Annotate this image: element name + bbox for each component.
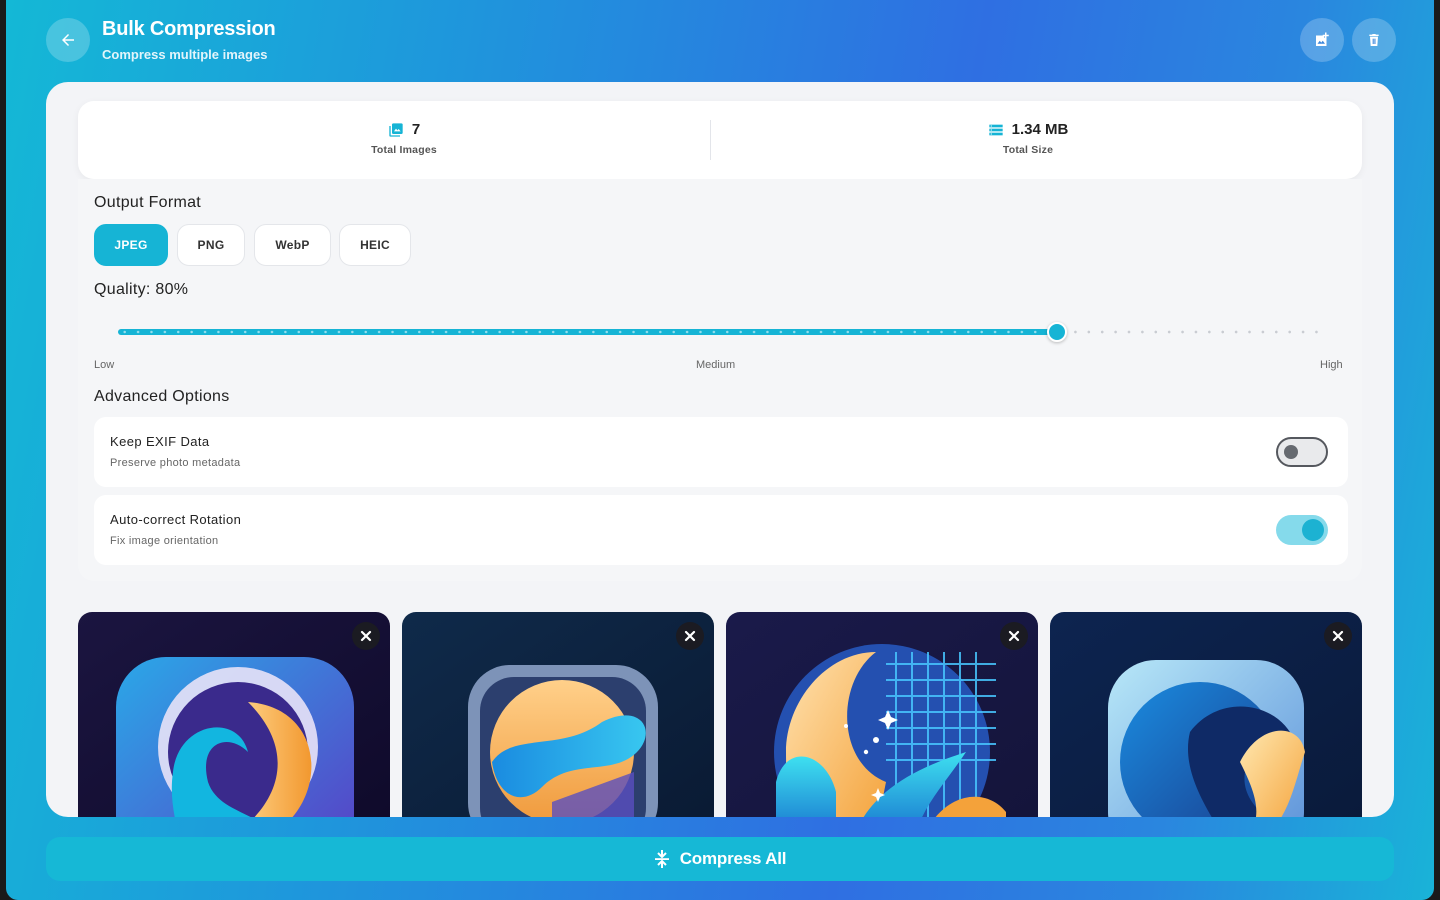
option-description: Fix image orientation [110, 535, 219, 547]
quality-label: Quality: 80% [94, 281, 189, 298]
photo-library-icon [389, 122, 403, 137]
image-thumbnail[interactable] [78, 612, 390, 817]
arrow-left-icon [62, 34, 74, 46]
compress-all-label: Compress All [679, 849, 787, 868]
remove-image-button[interactable] [352, 622, 380, 650]
page-subtitle: Compress multiple images [102, 47, 268, 62]
image-grid [78, 612, 1364, 817]
toggle-knob [1284, 445, 1298, 459]
total-images-value: 7 [411, 121, 421, 138]
remove-image-button[interactable] [1324, 622, 1352, 650]
image-preview [726, 612, 1038, 817]
quality-slider-fill [118, 329, 1057, 335]
back-button[interactable] [46, 18, 90, 62]
close-icon [360, 630, 372, 642]
app-window: Bulk Compression Compress multiple image… [6, 0, 1434, 900]
format-webp-button[interactable]: WebP [254, 224, 331, 266]
total-size-stat: 1.34 MB Total Size [828, 101, 1228, 179]
trash-icon [1369, 34, 1379, 46]
advanced-options-title: Advanced Options [94, 388, 230, 405]
close-icon [684, 630, 696, 642]
image-preview [1050, 612, 1362, 817]
option-auto-rotation: Auto-correct Rotation Fix image orientat… [94, 495, 1348, 565]
add-photo-icon [1316, 32, 1329, 46]
output-format-title: Output Format [94, 194, 202, 211]
clear-all-button[interactable] [1352, 18, 1396, 62]
close-icon [1008, 630, 1020, 642]
page-title: Bulk Compression [102, 18, 276, 40]
stats-divider [710, 120, 711, 160]
image-thumbnail[interactable] [726, 612, 1038, 817]
option-title: Auto-correct Rotation [110, 512, 242, 527]
auto-rotation-toggle[interactable] [1276, 515, 1328, 545]
total-size-label: Total Size [1002, 144, 1054, 156]
remove-image-button[interactable] [676, 622, 704, 650]
option-title: Keep EXIF Data [110, 434, 210, 449]
quality-high-label: High [1320, 359, 1343, 371]
add-images-button[interactable] [1300, 18, 1344, 62]
option-description: Preserve photo metadata [110, 457, 241, 469]
compress-icon [654, 850, 669, 868]
total-images-stat: 7 Total Images [204, 101, 604, 179]
format-jpeg-button[interactable]: JPEG [94, 224, 168, 266]
image-preview [402, 612, 714, 817]
total-size-value: 1.34 MB [1011, 121, 1069, 138]
quality-slider-thumb[interactable] [1047, 322, 1067, 342]
compress-all-button[interactable]: Compress All [46, 837, 1394, 881]
image-thumbnail[interactable] [1050, 612, 1362, 817]
remove-image-button[interactable] [1000, 622, 1028, 650]
format-png-button[interactable]: PNG [177, 224, 245, 266]
keep-exif-toggle[interactable] [1276, 437, 1328, 467]
option-keep-exif: Keep EXIF Data Preserve photo metadata [94, 417, 1348, 487]
settings-panel: Output Format JPEG PNG WebP HEIC Quality… [78, 179, 1362, 581]
close-icon [1332, 630, 1344, 642]
quality-low-label: Low [94, 359, 115, 371]
storage-icon [988, 124, 1003, 135]
format-heic-button[interactable]: HEIC [339, 224, 411, 266]
toggle-knob [1302, 519, 1324, 541]
image-preview [78, 612, 390, 817]
total-images-label: Total Images [371, 144, 437, 156]
main-card: 7 Total Images 1.34 MB Total Size Output… [46, 82, 1394, 817]
quality-medium-label: Medium [696, 359, 736, 371]
image-thumbnail[interactable] [402, 612, 714, 817]
stats-card: 7 Total Images 1.34 MB Total Size [78, 101, 1362, 179]
